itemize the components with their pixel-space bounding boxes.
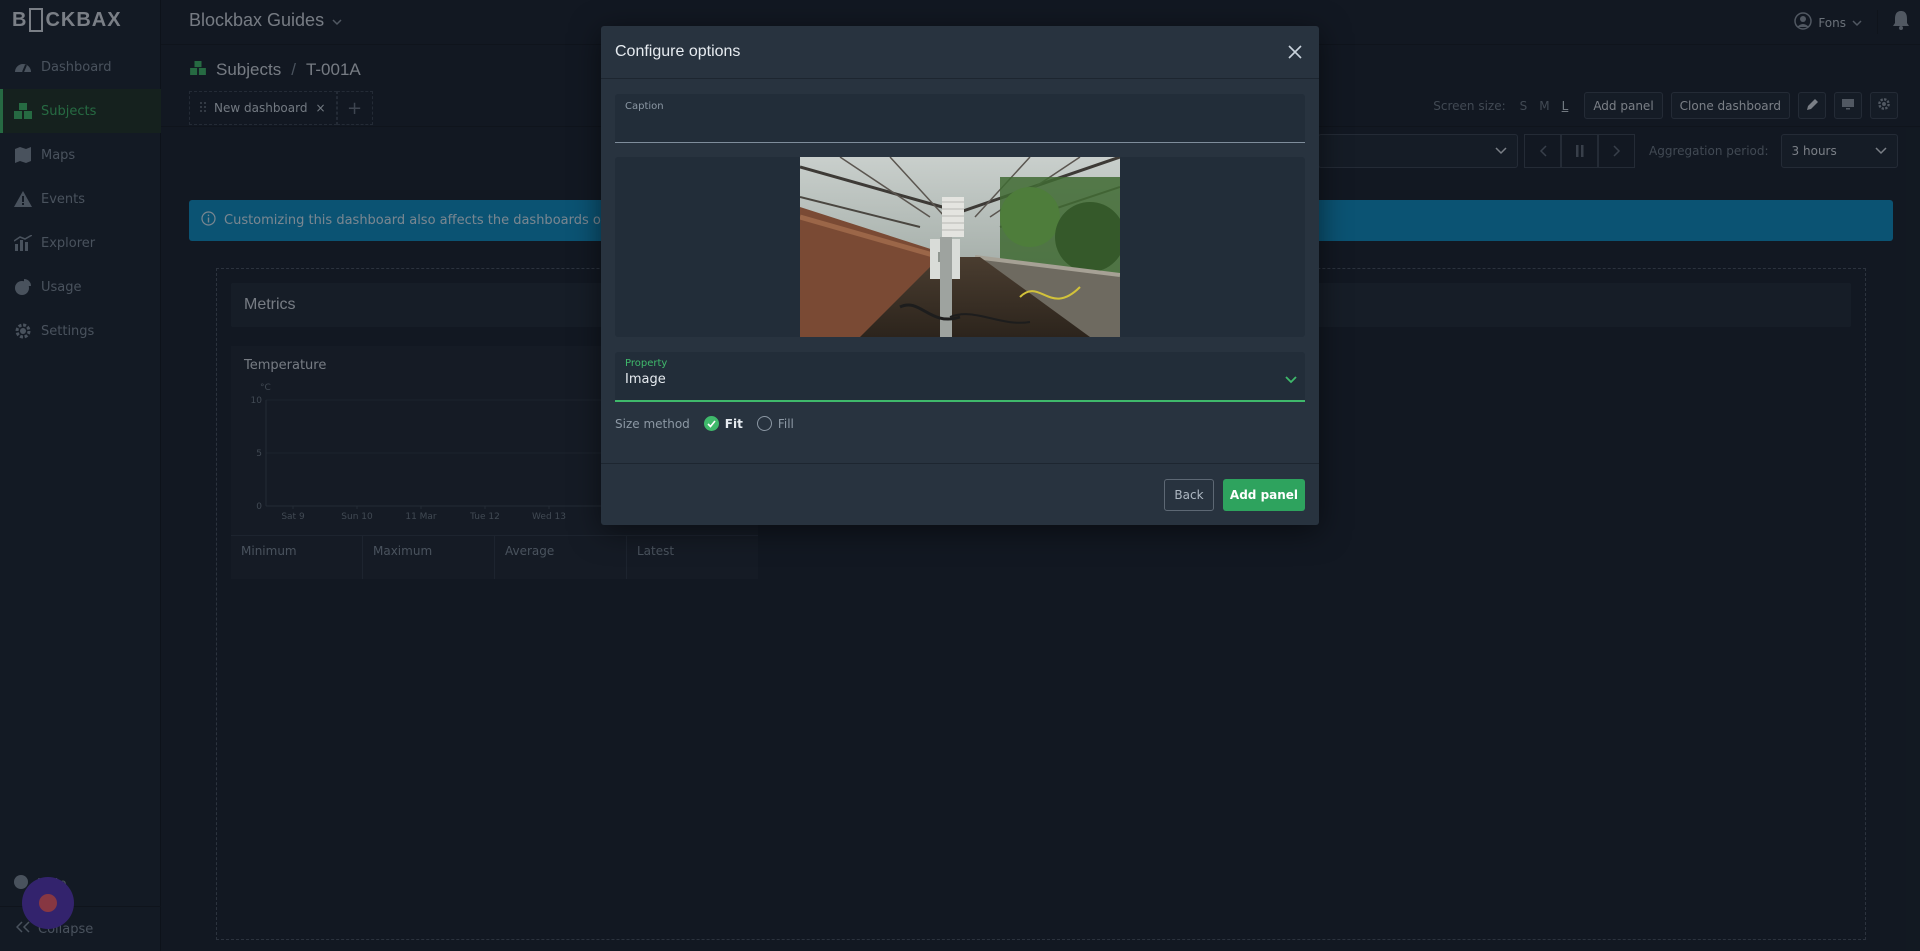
- configure-options-dialog: Configure options Caption Property Image…: [601, 26, 1319, 525]
- back-button[interactable]: Back: [1164, 479, 1214, 511]
- caption-field[interactable]: Caption: [615, 94, 1305, 143]
- caption-input[interactable]: [625, 116, 1295, 131]
- property-select[interactable]: Property Image: [615, 352, 1305, 402]
- image-preview-area: [615, 157, 1305, 337]
- greenhouse-sensor-image: [800, 157, 1120, 337]
- check-icon: [703, 416, 719, 431]
- add-panel-button[interactable]: Add panel: [1223, 479, 1305, 511]
- size-method-group: Size method Fit Fill: [615, 416, 794, 431]
- size-method-fit-radio[interactable]: Fit: [703, 416, 743, 431]
- close-icon: [1288, 45, 1302, 59]
- size-method-label: Size method: [615, 416, 690, 431]
- chevron-down-icon: [1285, 373, 1297, 388]
- close-button[interactable]: [1285, 42, 1305, 62]
- dialog-header: Configure options: [601, 26, 1319, 79]
- property-value: Image: [625, 372, 666, 387]
- size-method-fill-radio[interactable]: Fill: [756, 416, 794, 431]
- fit-label: Fit: [724, 416, 743, 431]
- dialog-title: Configure options: [615, 43, 741, 60]
- fill-label: Fill: [777, 416, 794, 431]
- radio-empty-icon: [756, 416, 772, 431]
- caption-label: Caption: [625, 101, 664, 112]
- property-label: Property: [625, 358, 668, 369]
